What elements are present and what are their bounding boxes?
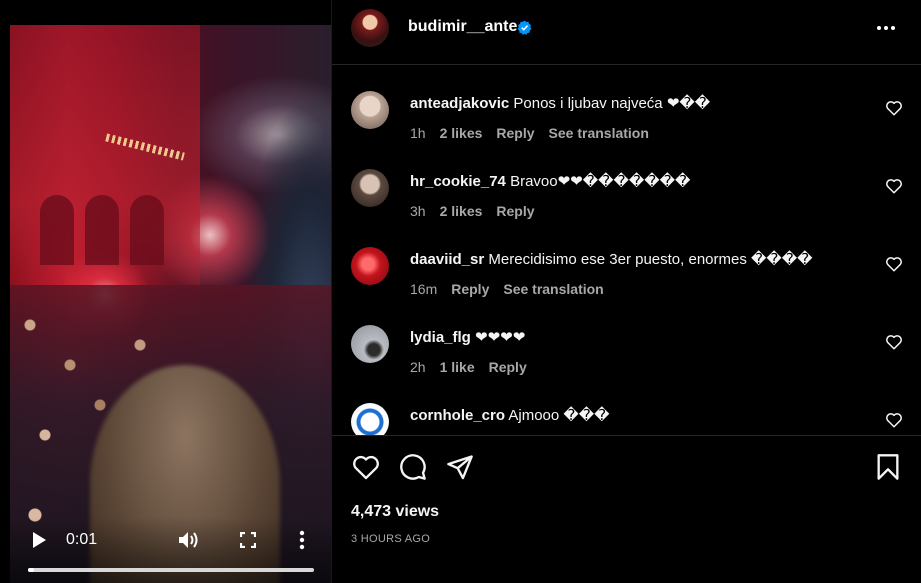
commenter-avatar[interactable] [351, 247, 389, 285]
fullscreen-button[interactable] [236, 528, 260, 552]
post-options-button[interactable] [874, 14, 898, 42]
share-icon [447, 455, 473, 480]
comment-text-line: hr_cookie_74 Bravoo❤❤������� [410, 172, 690, 190]
commenter-username[interactable]: anteadjakovic [410, 95, 509, 112]
see-translation-button[interactable]: See translation [503, 281, 603, 297]
comment-body: Ajmooo ��� [508, 407, 610, 424]
comment-meta: 16m Reply See translation [410, 281, 618, 297]
comment-icon [400, 454, 426, 480]
views-count: 4,473 views [351, 503, 440, 520]
commenter-avatar[interactable] [351, 169, 389, 207]
comment-text-line: anteadjakovic Ponos i ljubav najveća ❤�� [410, 94, 710, 112]
video-progress-bar[interactable] [28, 568, 314, 572]
commenter-avatar[interactable] [351, 325, 389, 363]
verified-badge-icon [517, 20, 532, 35]
video-frame-building [10, 25, 200, 325]
play-button[interactable] [28, 529, 50, 551]
video-more-options-button[interactable] [294, 528, 310, 552]
reply-button[interactable]: Reply [451, 281, 489, 297]
like-comment-icon[interactable] [885, 255, 903, 273]
author-username[interactable]: budimir__ante [408, 18, 517, 36]
like-comment-icon[interactable] [885, 411, 903, 429]
comment-text-line: daaviid_sr Merecidisimo ese 3er puesto, … [410, 250, 813, 268]
comment-likes[interactable]: 2 likes [440, 203, 483, 219]
reply-button[interactable]: Reply [496, 203, 534, 219]
save-button[interactable] [873, 452, 903, 482]
comment-likes[interactable]: 2 likes [440, 125, 483, 141]
bookmark-icon [877, 454, 899, 480]
comment-item: hr_cookie_74 Bravoo❤❤������� 3h 2 likes … [332, 144, 921, 222]
like-comment-icon[interactable] [885, 177, 903, 195]
comment-button[interactable] [398, 452, 428, 482]
see-translation-button[interactable]: See translation [549, 125, 649, 141]
comment-likes[interactable]: 1 like [440, 359, 475, 375]
video-controls-bar [10, 517, 332, 583]
like-comment-icon[interactable] [885, 99, 903, 117]
commenter-username[interactable]: hr_cookie_74 [410, 173, 506, 190]
comment-item: anteadjakovic Ponos i ljubav najveća ❤��… [332, 66, 921, 144]
author-avatar[interactable] [351, 9, 389, 47]
video-progress-fill [28, 568, 34, 572]
comment-meta: 3h 2 likes Reply [410, 203, 549, 219]
comment-meta: 2h 1 like Reply [410, 359, 541, 375]
share-button[interactable] [445, 452, 475, 482]
play-icon [33, 532, 46, 548]
comment-time: 3h [410, 203, 426, 219]
comment-meta: 1h 2 likes Reply See translation [410, 125, 663, 141]
volume-icon [179, 532, 198, 548]
comment-text-line: lydia_flg ❤❤❤❤ [410, 328, 525, 346]
commenter-avatar[interactable] [351, 403, 389, 435]
comment-time: 16m [410, 281, 438, 297]
like-button[interactable] [351, 452, 381, 482]
comment-body: Merecidisimo ese 3er puesto, enormes ���… [488, 251, 813, 268]
post-actions: 4,473 views 3 HOURS AGO [332, 435, 921, 583]
volume-button[interactable] [177, 528, 201, 552]
commenter-avatar[interactable] [351, 91, 389, 129]
video-frame-arch [130, 195, 164, 265]
video-player[interactable]: 0:01 [10, 25, 332, 583]
commenter-username[interactable]: cornhole_cro [410, 407, 505, 424]
comment-time: 1h [410, 125, 426, 141]
comment-body: Bravoo❤❤������� [510, 173, 691, 190]
comment-body: Ponos i ljubav najveća ❤�� [513, 95, 711, 112]
comments-list[interactable]: anteadjakovic Ponos i ljubav najveća ❤��… [332, 66, 921, 435]
more-vertical-icon [299, 530, 305, 550]
post-timestamp: 3 HOURS AGO [351, 533, 431, 545]
video-timestamp: 0:01 [66, 531, 98, 548]
like-comment-icon[interactable] [885, 333, 903, 351]
commenter-username[interactable]: lydia_flg [410, 329, 471, 346]
comment-item: lydia_flg ❤❤❤❤ 2h 1 like Reply [332, 300, 921, 378]
video-frame-arch [40, 195, 74, 265]
video-frame-arch [85, 195, 119, 265]
heart-icon [353, 455, 379, 480]
comment-body: ❤❤❤❤ [475, 329, 526, 346]
more-horizontal-icon [877, 26, 895, 30]
commenter-username[interactable]: daaviid_sr [410, 251, 484, 268]
reply-button[interactable]: Reply [489, 359, 527, 375]
post-header: budimir__ante [332, 0, 921, 65]
comment-item: cornhole_cro Ajmooo ��� [332, 378, 921, 435]
comment-item: daaviid_sr Merecidisimo ese 3er puesto, … [332, 222, 921, 300]
comment-time: 2h [410, 359, 426, 375]
fullscreen-icon [240, 532, 256, 548]
comment-text-line: cornhole_cro Ajmooo ��� [410, 406, 610, 424]
reply-button[interactable]: Reply [496, 125, 534, 141]
